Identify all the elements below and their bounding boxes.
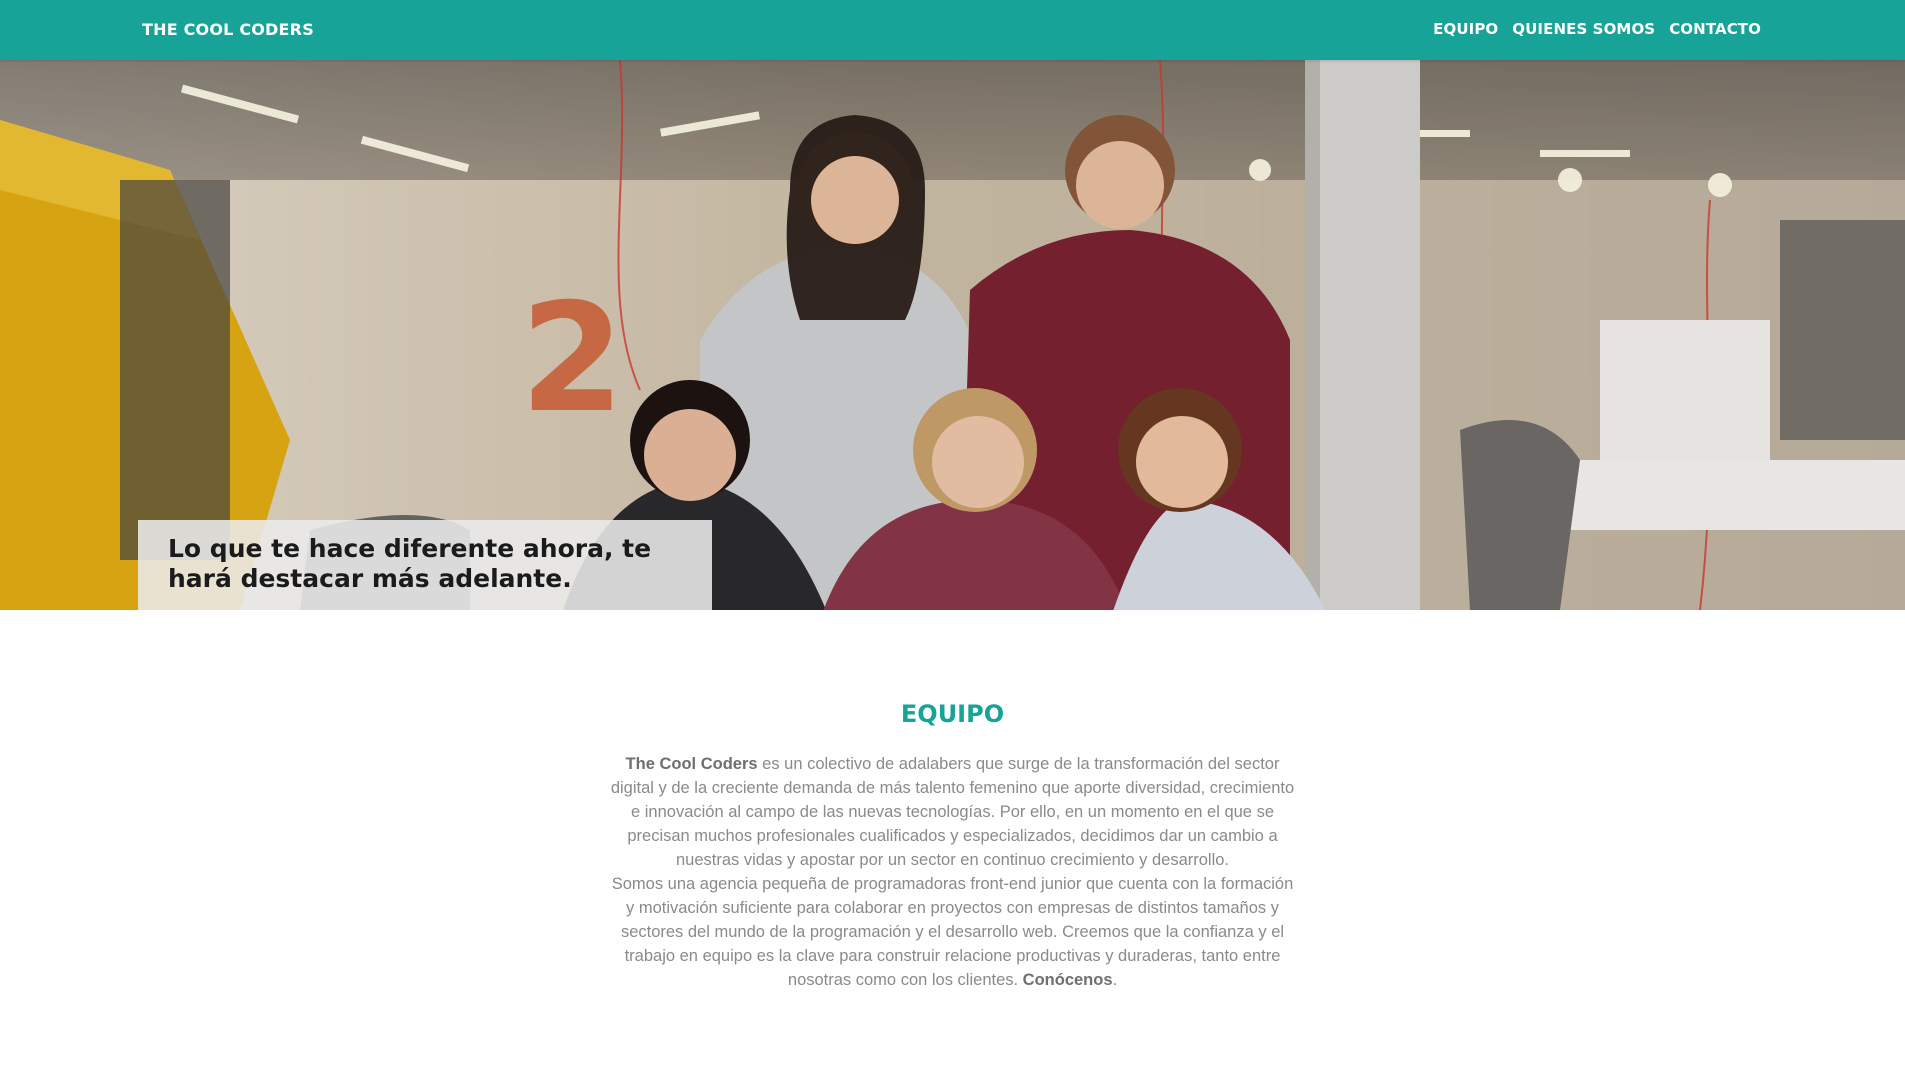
equipo-paragraph-2-text: Somos una agencia pequeña de programador… [611,875,1294,989]
equipo-description: The Cool Coders es un colectivo de adala… [610,752,1295,992]
equipo-paragraph-2: Somos una agencia pequeña de programador… [610,872,1295,992]
conocenos-strong: Conócenos [1022,971,1113,989]
equipo-paragraph-1: The Cool Coders es un colectivo de adala… [610,752,1295,872]
hero-caption-box: Lo que te hace diferente ahora, te hará … [138,520,712,610]
equipo-section-title: EQUIPO [900,700,1005,728]
brand-logo-link[interactable]: THE COOL CODERS [142,20,314,39]
nav-equipo[interactable]: EQUIPO [1433,20,1498,38]
main-nav: EQUIPO QUIENES SOMOS CONTACTO [1433,20,1761,38]
hero-banner: 2 Lo que te hace diferente ahora, te har… [0,60,1905,610]
nav-quienes-somos[interactable]: QUIENES SOMOS [1512,20,1655,38]
company-name-strong: The Cool Coders [625,755,758,773]
nav-contacto[interactable]: CONTACTO [1669,20,1761,38]
paragraph-period: . [1112,971,1118,989]
hero-caption: Lo que te hace diferente ahora, te hará … [168,534,652,593]
top-navbar: THE COOL CODERS EQUIPO QUIENES SOMOS CON… [0,0,1905,60]
